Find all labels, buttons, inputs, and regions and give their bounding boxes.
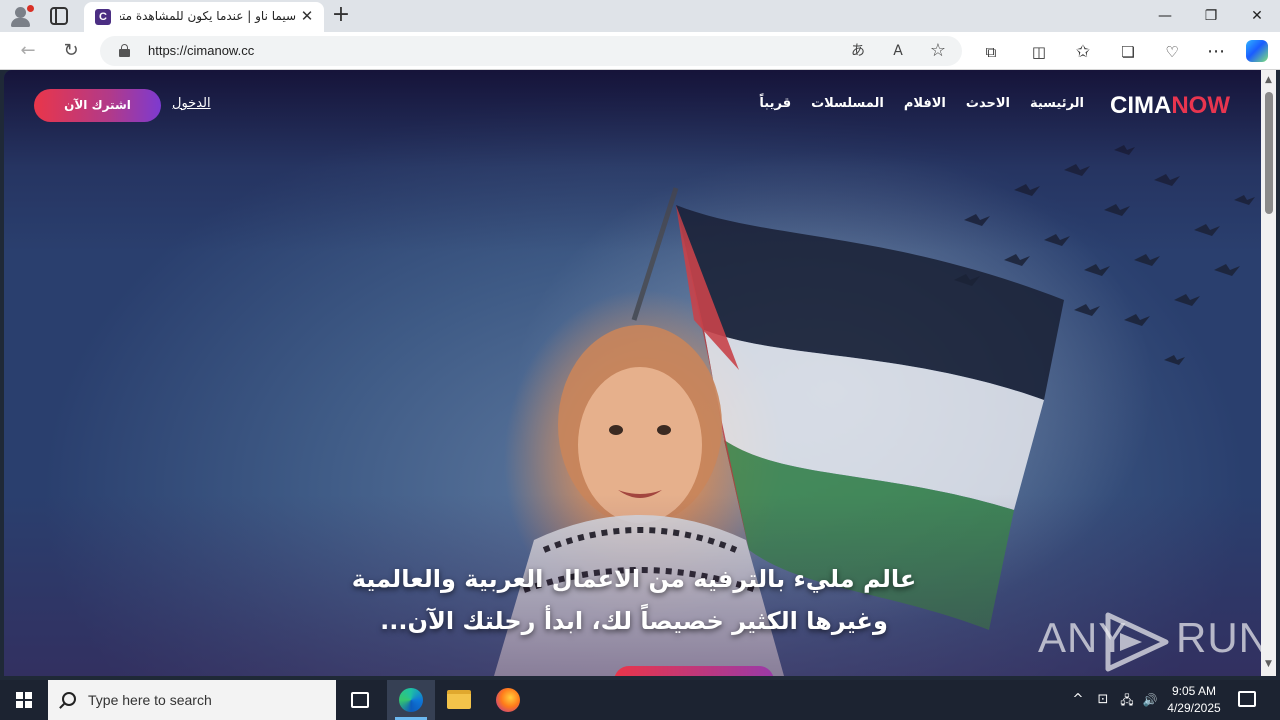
taskbar-firefox[interactable] (484, 680, 532, 720)
cimanow-logo[interactable]: CIMANOW (1110, 92, 1230, 120)
extensions-icon[interactable]: ⧉ (980, 41, 1002, 63)
login-link[interactable]: الدخول (172, 96, 211, 111)
nav-latest[interactable]: الاحدث (966, 96, 1010, 111)
url-text[interactable]: https://cimanow.cc (148, 43, 254, 58)
notifications-icon[interactable] (1238, 691, 1256, 707)
search-icon (62, 692, 76, 706)
minimize-button[interactable]: — (1142, 0, 1188, 32)
tab-bar: C سيما ناو | عندما يكون للمشاهدة متعة ✕ … (0, 0, 1280, 32)
task-view-button[interactable] (336, 680, 384, 720)
address-bar[interactable]: https://cimanow.cc あ A ☆ (100, 36, 962, 66)
hero-line-2: وغيرها الكثير خصيصاً لك، ابدأ رحلتك الآن… (380, 607, 888, 635)
taskbar-clock[interactable]: 9:05 AM 4/29/2025 (1156, 683, 1232, 717)
favorites-icon[interactable]: ✩ (1072, 41, 1094, 63)
read-aloud-icon[interactable]: A (888, 41, 908, 61)
hero-headline: عالم مليء بالترفيه من الاعمال العربية وا… (304, 558, 964, 642)
nav-series[interactable]: المسلسلات (811, 96, 884, 111)
hero-cta-button[interactable] (614, 666, 774, 676)
network-icon[interactable]: 🖧 (1117, 690, 1137, 710)
copilot-icon[interactable] (1246, 40, 1268, 62)
back-button[interactable]: ← (17, 40, 39, 62)
site-header: CIMANOW الرئيسية الاحدث الافلام المسلسلا… (4, 70, 1261, 140)
translate-icon[interactable]: あ (848, 41, 868, 61)
split-screen-icon[interactable]: ◫ (1028, 41, 1050, 63)
clock-time: 9:05 AM (1171, 684, 1217, 698)
main-nav: الرئيسية الاحدث الافلام المسلسلات قريباً (759, 96, 1084, 111)
page-viewport: CIMANOW الرئيسية الاحدث الافلام المسلسلا… (4, 70, 1261, 676)
settings-more-icon[interactable]: ⋯ (1205, 41, 1227, 63)
tab-close-icon[interactable]: ✕ (299, 8, 315, 24)
scroll-up-icon[interactable]: ▲ (1261, 74, 1276, 86)
page-scrollbar[interactable]: ▲ ▼ (1261, 70, 1276, 676)
windows-logo-icon (16, 692, 32, 708)
taskbar-edge[interactable] (387, 680, 435, 720)
scroll-down-icon[interactable]: ▼ (1261, 658, 1276, 670)
nav-movies[interactable]: الافلام (904, 96, 946, 111)
add-favorite-icon[interactable]: ☆ (928, 41, 948, 61)
new-tab-button[interactable]: + (330, 4, 352, 26)
browser-essentials-icon[interactable]: ♡ (1161, 41, 1183, 63)
firefox-icon (496, 688, 520, 712)
tray-chevron-icon[interactable]: ^ (1068, 690, 1088, 710)
refresh-button[interactable]: ↻ (60, 40, 82, 62)
tab-actions-icon[interactable] (50, 7, 68, 25)
nav-coming-soon[interactable]: قريباً (759, 96, 791, 111)
edge-icon (399, 688, 423, 712)
start-button[interactable] (0, 680, 48, 720)
browser-tab-active[interactable]: C سيما ناو | عندما يكون للمشاهدة متعة ✕ (84, 2, 324, 32)
clock-date: 4/29/2025 (1167, 701, 1221, 715)
address-toolbar: ← ↻ https://cimanow.cc あ A ☆ ⧉ ◫ ✩ ❏ ♡ ⋯ (0, 32, 1280, 70)
taskbar-search-input[interactable]: Type here to search (48, 680, 336, 720)
subscribe-button[interactable]: اشترك الآن (34, 89, 161, 122)
task-view-icon (351, 692, 369, 708)
collections-icon[interactable]: ❏ (1117, 41, 1139, 63)
windows-taskbar: Type here to search ^ ⊡ 🖧 🔊 9:05 AM 4/29… (0, 680, 1280, 720)
lock-icon[interactable] (119, 44, 130, 57)
folder-icon (447, 690, 471, 709)
tab-title: سيما ناو | عندما يكون للمشاهدة متعة (120, 9, 296, 23)
profile-icon[interactable] (8, 4, 34, 28)
maximize-button[interactable]: ❐ (1188, 0, 1234, 32)
site-favicon-icon: C (95, 9, 111, 25)
scroll-thumb[interactable] (1265, 92, 1273, 214)
play-icon (1105, 612, 1169, 672)
nav-home[interactable]: الرئيسية (1030, 96, 1084, 111)
hero-line-1: عالم مليء بالترفيه من الاعمال العربية وا… (351, 565, 917, 593)
notification-dot (27, 5, 34, 12)
search-placeholder: Type here to search (88, 692, 212, 708)
close-window-button[interactable]: ✕ (1234, 0, 1280, 32)
taskbar-file-explorer[interactable] (435, 680, 483, 720)
meet-now-icon[interactable]: ⊡ (1093, 690, 1113, 710)
